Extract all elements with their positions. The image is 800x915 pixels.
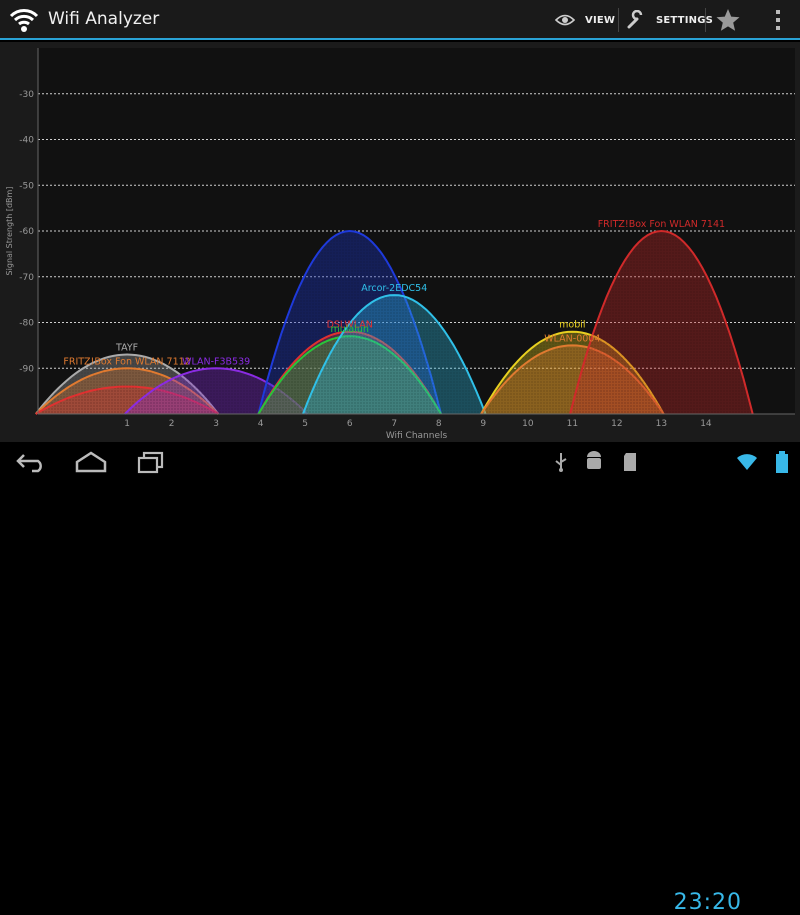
eye-icon: [555, 14, 575, 26]
network-label: Arcor-2EDC54: [361, 283, 427, 294]
y-tick-label: -80: [19, 319, 34, 329]
action-divider: [705, 8, 706, 32]
battery-icon: [776, 451, 788, 473]
view-button-label: VIEW: [585, 14, 616, 26]
x-tick-label: 13: [656, 419, 667, 429]
home-icon[interactable]: [74, 450, 108, 474]
x-tick-label: 4: [258, 419, 264, 429]
x-tick-label: 3: [213, 419, 219, 429]
x-tick-label: 7: [391, 419, 397, 429]
wrench-icon: [627, 10, 643, 29]
y-tick-label: -90: [19, 364, 34, 374]
star-icon[interactable]: [715, 8, 741, 32]
network-label: mulalun: [330, 324, 368, 335]
x-tick-label: 9: [480, 419, 486, 429]
back-icon[interactable]: [14, 451, 48, 473]
network-label: mobil: [559, 320, 585, 331]
action-divider: [618, 8, 619, 32]
android-debug-icon: [587, 451, 601, 469]
x-tick-label: 12: [611, 419, 622, 429]
network-label: WLAN-F3B539: [182, 356, 250, 367]
clock: 23:20: [673, 890, 742, 915]
app-title: Wifi Analyzer: [48, 9, 160, 29]
network-label: FRITZ!Box Fon WLAN 7112: [63, 356, 190, 367]
wifi-signal-icon: [737, 454, 757, 470]
x-tick-label: 1: [124, 419, 130, 429]
view-button[interactable]: VIEW: [555, 0, 615, 40]
signal-chart: TAYF FRITZ!Box Fon WLAN 7112 WLAN-F3B539 DS…: [0, 42, 800, 442]
system-nav-bar: 23:20: [0, 442, 800, 915]
more-vertical-icon[interactable]: [776, 10, 782, 30]
network-label: TAYF: [115, 343, 138, 354]
x-tick-label: 2: [169, 419, 175, 429]
y-tick-label: -70: [19, 273, 34, 283]
usb-icon: [555, 453, 567, 472]
network-label: FRITZ!Box Fon WLAN 7141: [598, 219, 725, 230]
settings-button[interactable]: SETTINGS: [626, 0, 713, 40]
sd-card-icon: [624, 453, 636, 471]
x-axis-title: Wifi Channels: [386, 431, 448, 441]
action-bar: Wifi Analyzer VIEW SETTINGS: [0, 0, 800, 40]
y-tick-label: -60: [19, 227, 34, 237]
network-label: WLAN-0004: [544, 333, 600, 344]
y-tick-label: -40: [19, 136, 34, 146]
x-tick-label: 6: [347, 419, 353, 429]
recent-apps-icon[interactable]: [136, 450, 166, 474]
wifi-icon[interactable]: [8, 4, 40, 36]
y-axis-title: Signal Strength [dBm]: [5, 187, 14, 276]
y-tick-label: -50: [19, 181, 34, 191]
y-tick-label: -30: [19, 90, 34, 100]
signal-chart-svg: TAYFFRITZ!Box Fon WLAN 7112WLAN-F3B539DS…: [5, 48, 795, 441]
x-tick-label: 5: [302, 419, 308, 429]
x-tick-label: 10: [522, 419, 534, 429]
x-tick-label: 8: [436, 419, 442, 429]
x-tick-label: 11: [567, 419, 578, 429]
x-tick-label: 14: [700, 419, 712, 429]
